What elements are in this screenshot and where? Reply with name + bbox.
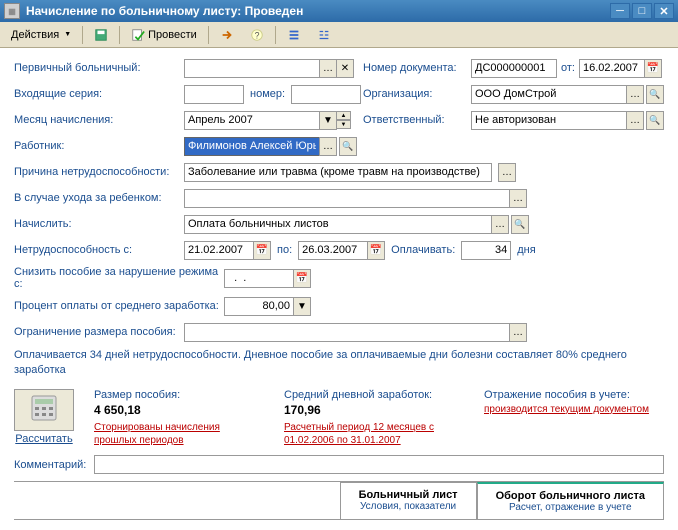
childcare-input[interactable] [184, 189, 510, 208]
resp-input[interactable] [471, 111, 627, 130]
from-label: от: [561, 62, 575, 74]
primary-ellipsis[interactable]: … [319, 59, 337, 78]
size-label: Размер пособия: [94, 389, 264, 401]
accrue-input[interactable] [184, 215, 492, 234]
size-sub[interactable]: Сторнированы начисления прошлых периодов [94, 421, 264, 447]
disab-from-label: Нетрудоспособность с: [14, 244, 184, 256]
struct-button[interactable] [310, 25, 338, 45]
worker-label: Работник: [14, 140, 184, 152]
tab-sick-leave[interactable]: Больничный лист Условия, показатели [340, 482, 477, 520]
pay-label: Оплачивать: [391, 244, 455, 256]
to-label: по: [277, 244, 292, 256]
tab-turnover[interactable]: Оборот больничного листа Расчет, отражен… [477, 482, 664, 520]
childcare-label: В случае ухода за ребенком: [14, 192, 184, 204]
date-input[interactable] [579, 59, 645, 78]
from-date-input[interactable] [184, 241, 254, 260]
to-date-picker[interactable]: 📅 [367, 241, 385, 260]
month-dropdown[interactable]: ▼ [319, 111, 337, 130]
save-icon [94, 28, 108, 42]
refl-sub[interactable]: производится текущим документом [484, 403, 664, 416]
resp-label: Ответственный: [363, 114, 471, 126]
series-label: Входящие серия: [14, 88, 184, 100]
org-label: Организация: [363, 88, 471, 100]
number-label: номер: [250, 88, 285, 100]
calculator-icon [28, 394, 60, 425]
to-date-input[interactable] [298, 241, 368, 260]
avg-sub[interactable]: Расчетный период 12 месяцев с 01.02.2006… [284, 421, 464, 447]
docnum-input[interactable] [471, 59, 557, 78]
month-label: Месяц начисления: [14, 114, 184, 126]
org-ellipsis[interactable]: … [626, 85, 644, 104]
days-label: дня [517, 244, 535, 256]
actions-menu[interactable]: Действия▼ [4, 25, 78, 45]
worker-search[interactable]: 🔍 [339, 137, 357, 156]
worker-input[interactable] [184, 137, 320, 156]
app-icon: ▦ [4, 3, 20, 19]
cause-input[interactable] [184, 163, 492, 182]
post-button[interactable]: Провести [124, 25, 204, 45]
pay-days-input[interactable] [461, 241, 511, 260]
accrue-ellipsis[interactable]: … [491, 215, 509, 234]
limit-input[interactable] [184, 323, 510, 342]
percent-input[interactable] [224, 297, 294, 316]
percent-dropdown[interactable]: ▼ [293, 297, 311, 316]
help-icon: ? [250, 28, 264, 42]
list-icon [287, 28, 301, 42]
reduce-date-picker[interactable]: 📅 [293, 269, 311, 288]
limit-label: Ограничение размера пособия: [14, 326, 184, 338]
maximize-button[interactable]: □ [632, 3, 652, 19]
svg-text:?: ? [254, 30, 259, 40]
size-value: 4 650,18 [94, 403, 264, 417]
save-button[interactable] [87, 25, 115, 45]
comment-label: Комментарий: [14, 459, 94, 471]
struct-icon [317, 28, 331, 42]
reduce-date-input[interactable] [224, 269, 294, 288]
childcare-ellipsis[interactable]: … [509, 189, 527, 208]
org-search[interactable]: 🔍 [646, 85, 664, 104]
resp-search[interactable]: 🔍 [646, 111, 664, 130]
reduce-label: Снизить пособие за нарушение режима с: [14, 266, 224, 290]
help-button[interactable]: ? [243, 25, 271, 45]
resp-ellipsis[interactable]: … [626, 111, 644, 130]
window-title: Начисление по больничному листу: Проведе… [26, 4, 610, 18]
primary-label: Первичный больничный: [14, 62, 184, 74]
cause-label: Причина нетрудоспособности: [14, 166, 184, 178]
month-input[interactable] [184, 111, 320, 130]
month-down[interactable]: ▼ [336, 120, 351, 129]
note-text: Оплачивается 34 дней нетрудоспособности.… [14, 348, 664, 379]
comment-input[interactable] [94, 455, 664, 474]
close-button[interactable]: ✕ [654, 3, 674, 19]
calculate-button[interactable] [14, 389, 74, 431]
worker-ellipsis[interactable]: … [319, 137, 337, 156]
arrow-icon [220, 28, 234, 42]
avg-label: Средний дневной заработок: [284, 389, 464, 401]
calculate-label[interactable]: Рассчитать [15, 433, 72, 445]
primary-clear[interactable]: ✕ [336, 59, 354, 78]
list-button[interactable] [280, 25, 308, 45]
cause-ellipsis[interactable]: … [498, 163, 516, 182]
post-icon [131, 28, 145, 42]
limit-ellipsis[interactable]: … [509, 323, 527, 342]
date-picker[interactable]: 📅 [644, 59, 662, 78]
docnum-label: Номер документа: [363, 62, 471, 74]
percent-label: Процент оплаты от среднего заработка: [14, 300, 224, 312]
series-input[interactable] [184, 85, 244, 104]
minimize-button[interactable]: ─ [610, 3, 630, 19]
accrue-search[interactable]: 🔍 [511, 215, 529, 234]
number-input[interactable] [291, 85, 361, 104]
refl-label: Отражение пособия в учете: [484, 389, 664, 401]
avg-value: 170,96 [284, 403, 464, 417]
primary-input[interactable] [184, 59, 320, 78]
accrue-label: Начислить: [14, 218, 184, 230]
org-input[interactable] [471, 85, 627, 104]
from-date-picker[interactable]: 📅 [253, 241, 271, 260]
go-button[interactable] [213, 25, 241, 45]
month-up[interactable]: ▲ [336, 111, 351, 120]
